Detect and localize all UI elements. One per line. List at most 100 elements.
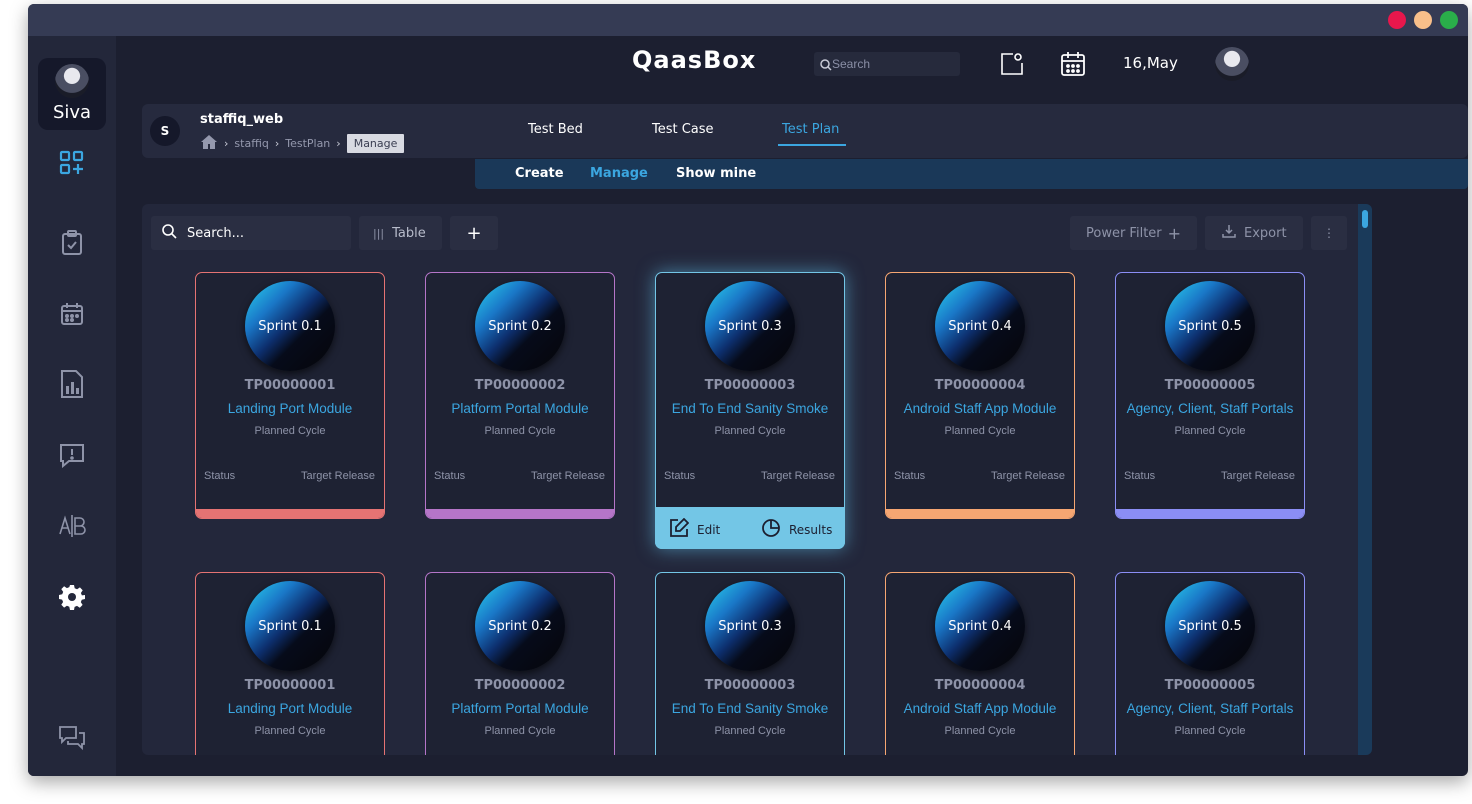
plan-id: TP00000004 <box>934 678 1026 693</box>
report-icon[interactable] <box>57 369 87 399</box>
more-options-icon[interactable]: ⋮ <box>1311 216 1347 250</box>
maximize-window-button[interactable] <box>1440 11 1458 29</box>
close-window-button[interactable] <box>1388 11 1406 29</box>
view-table-label: Table <box>392 225 426 241</box>
card-color-bar <box>196 509 384 518</box>
test-plan-card[interactable]: Sprint 0.3 TP00000003 End To End Sanity … <box>655 272 845 549</box>
clipboard-check-icon[interactable] <box>57 228 87 258</box>
edit-button[interactable]: Edit <box>669 517 720 541</box>
profile-card[interactable]: Siva <box>38 58 106 130</box>
subnav-show-mine[interactable]: Show mine <box>676 166 756 181</box>
plan-id: TP00000001 <box>244 378 336 393</box>
view-table-button[interactable]: ||| Table <box>359 216 442 250</box>
plan-name[interactable]: Platform Portal Module <box>426 401 614 416</box>
card-color-bar <box>886 509 1074 518</box>
target-release-label: Target Release <box>301 470 375 482</box>
test-plan-card[interactable]: Sprint 0.1 TP00000001 Landing Port Modul… <box>195 572 385 755</box>
dashboard-add-icon[interactable] <box>57 148 87 178</box>
subnav-create[interactable]: Create <box>515 166 564 181</box>
avatar <box>55 64 89 98</box>
plan-id: TP00000004 <box>934 378 1026 393</box>
add-plan-button[interactable]: + <box>450 216 498 250</box>
results-button[interactable]: Results <box>761 518 832 541</box>
calendar-icon[interactable] <box>57 299 87 329</box>
plan-search-input[interactable] <box>187 225 337 241</box>
tab-test-plan[interactable]: Test Plan <box>782 122 839 137</box>
breadcrumb: › staffiq › TestPlan › Manage <box>200 132 405 154</box>
user-avatar[interactable] <box>1215 47 1249 81</box>
alert-message-icon[interactable] <box>57 440 87 470</box>
target-release-label: Target Release <box>1221 470 1295 482</box>
ab-test-icon[interactable] <box>57 511 87 541</box>
sprint-badge: Sprint 0.2 <box>475 581 565 671</box>
app-logo: QaasBox <box>632 46 757 74</box>
plan-name[interactable]: Android Staff App Module <box>886 701 1074 716</box>
plan-id: TP00000001 <box>244 678 336 693</box>
export-label: Export <box>1244 225 1287 241</box>
test-plan-card[interactable]: Sprint 0.5 TP00000005 Agency, Client, St… <box>1115 272 1305 519</box>
sprint-label: Sprint 0.1 <box>258 318 322 334</box>
plan-cycle: Planned Cycle <box>484 425 556 437</box>
test-plan-card[interactable]: Sprint 0.3 TP00000003 End To End Sanity … <box>655 572 845 755</box>
sprint-badge: Sprint 0.5 <box>1165 581 1255 671</box>
tab-test-bed[interactable]: Test Bed <box>528 122 583 137</box>
subnav: Create Manage Show mine <box>475 159 1468 189</box>
sprint-badge: Sprint 0.1 <box>245 281 335 371</box>
plan-name[interactable]: End To End Sanity Smoke <box>656 401 844 416</box>
plan-cycle: Planned Cycle <box>714 725 786 737</box>
plan-name[interactable]: Landing Port Module <box>196 401 384 416</box>
plan-name[interactable]: Platform Portal Module <box>426 701 614 716</box>
minimize-window-button[interactable] <box>1414 11 1432 29</box>
plan-name[interactable]: Agency, Client, Staff Portals <box>1116 401 1304 416</box>
status-label: Status <box>664 470 696 482</box>
test-plan-card[interactable]: Sprint 0.5 TP00000005 Agency, Client, St… <box>1115 572 1305 755</box>
plan-cycle: Planned Cycle <box>254 725 326 737</box>
global-search[interactable] <box>814 52 960 76</box>
calendar-header-icon[interactable] <box>1060 51 1086 81</box>
test-plan-card[interactable]: Sprint 0.4 TP00000004 Android Staff App … <box>885 272 1075 519</box>
gear-icon[interactable] <box>57 582 87 612</box>
plan-search[interactable] <box>151 216 351 250</box>
chat-icon[interactable] <box>57 723 87 753</box>
sprint-label: Sprint 0.3 <box>718 618 782 634</box>
sprint-label: Sprint 0.5 <box>1178 618 1242 634</box>
target-release-label: Target Release <box>531 470 605 482</box>
scrollbar-thumb[interactable] <box>1362 210 1368 228</box>
search-icon <box>819 57 833 76</box>
columns-icon: ||| <box>373 226 385 240</box>
test-plan-card[interactable]: Sprint 0.1 TP00000001 Landing Port Modul… <box>195 272 385 519</box>
breadcrumb-item[interactable]: staffiq <box>234 137 268 150</box>
global-search-input[interactable] <box>832 52 956 76</box>
plan-name[interactable]: Agency, Client, Staff Portals <box>1116 701 1304 716</box>
status-label: Status <box>894 470 926 482</box>
edit-icon <box>669 517 690 541</box>
card-color-bar <box>426 509 614 518</box>
pie-chart-icon <box>761 518 781 541</box>
scrollbar[interactable] <box>1358 204 1372 755</box>
plan-cycle: Planned Cycle <box>944 725 1016 737</box>
test-plan-card[interactable]: Sprint 0.4 TP00000004 Android Staff App … <box>885 572 1075 755</box>
power-filter-label: Power Filter <box>1086 225 1162 241</box>
test-plan-card[interactable]: Sprint 0.2 TP00000002 Platform Portal Mo… <box>425 272 615 519</box>
power-filter-button[interactable]: Power Filter + <box>1070 216 1197 250</box>
sprint-label: Sprint 0.2 <box>488 618 552 634</box>
plan-cycle: Planned Cycle <box>1174 425 1246 437</box>
plan-id: TP00000002 <box>474 378 566 393</box>
notification-icon[interactable] <box>1000 52 1024 80</box>
subnav-manage[interactable]: Manage <box>590 166 648 181</box>
plan-id: TP00000002 <box>474 678 566 693</box>
plan-id: TP00000005 <box>1164 678 1256 693</box>
status-label: Status <box>1124 470 1156 482</box>
tab-test-case[interactable]: Test Case <box>652 122 714 137</box>
test-plan-card[interactable]: Sprint 0.2 TP00000002 Platform Portal Mo… <box>425 572 615 755</box>
export-button[interactable]: Export <box>1205 216 1303 250</box>
sprint-badge: Sprint 0.1 <box>245 581 335 671</box>
app-window: Siva QaasBox Search 16,May S staffiq_web… <box>28 4 1468 776</box>
plan-name[interactable]: Landing Port Module <box>196 701 384 716</box>
sprint-label: Sprint 0.3 <box>718 318 782 334</box>
plan-name[interactable]: Android Staff App Module <box>886 401 1074 416</box>
plan-name[interactable]: End To End Sanity Smoke <box>656 701 844 716</box>
home-icon[interactable] <box>200 134 218 153</box>
plan-cycle: Planned Cycle <box>484 725 556 737</box>
breadcrumb-item[interactable]: TestPlan <box>285 137 330 150</box>
